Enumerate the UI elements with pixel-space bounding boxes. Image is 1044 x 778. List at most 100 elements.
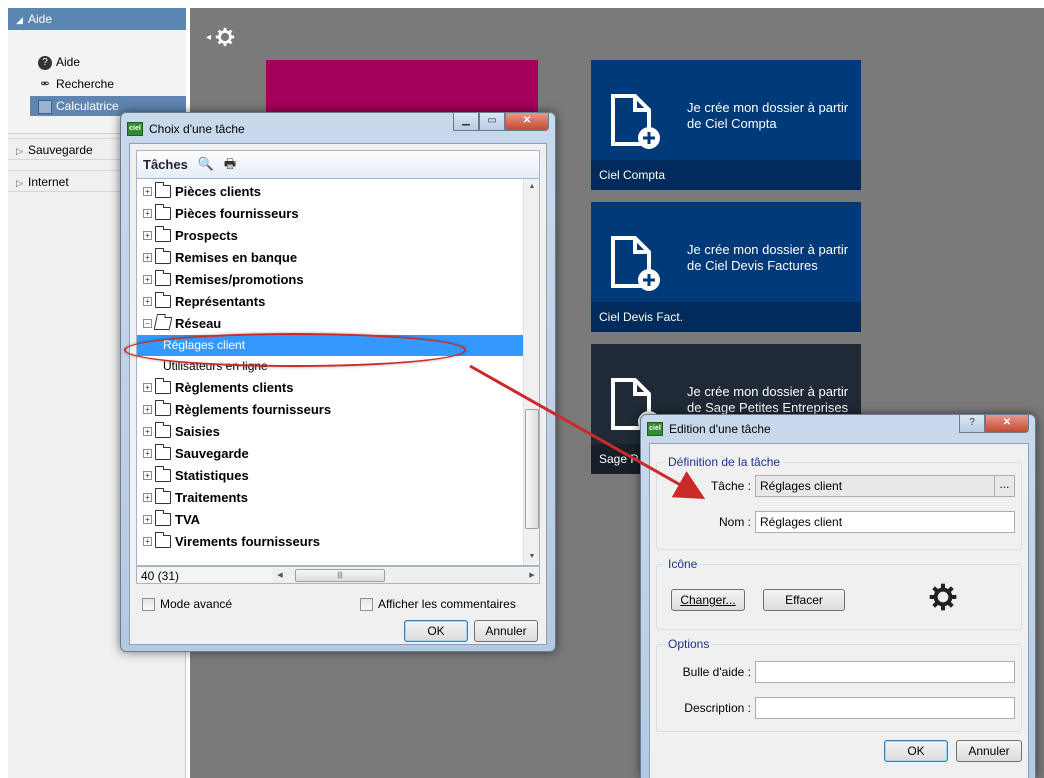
help-button[interactable]: ? (959, 415, 985, 433)
scroll-right-icon[interactable]: ▶ (525, 568, 539, 583)
expand-icon[interactable]: + (143, 493, 152, 502)
bulle-field[interactable] (755, 661, 1015, 683)
preview-icon[interactable]: 🔍 (197, 155, 215, 173)
scroll-thumb[interactable]: ||| (295, 569, 385, 582)
folder-icon (155, 532, 171, 548)
nom-field[interactable]: Réglages client (755, 511, 1015, 533)
expand-icon[interactable]: + (143, 187, 152, 196)
folder-icon (155, 510, 171, 526)
folder-icon (155, 226, 171, 242)
tree-status-bar: 40 (31) ◀ ||| ▶ (136, 566, 540, 584)
maximize-button[interactable]: ▭ (479, 113, 505, 131)
description-label: Description : (684, 701, 751, 715)
nom-value: Réglages client (760, 515, 843, 529)
calculator-icon (38, 99, 52, 114)
expand-icon[interactable]: + (143, 537, 152, 546)
tree-item-folder[interactable]: + Statistiques (137, 465, 527, 487)
tree-item-folder[interactable]: + Traitements (137, 487, 527, 509)
expand-icon[interactable]: + (143, 275, 152, 284)
folder-icon (155, 400, 171, 416)
expand-icon[interactable]: + (143, 427, 152, 436)
group-title: Définition de la tâche (665, 455, 784, 469)
checkbox-label: Afficher les commentaires (378, 597, 516, 611)
section-sauvegarde-label: Sauvegarde (28, 143, 93, 157)
folder-icon (155, 204, 171, 220)
tree-item-label: Représentants (175, 294, 266, 309)
section-aide-header[interactable]: ◢ Aide (8, 8, 186, 30)
folder-icon (155, 466, 171, 482)
app-icon: ciel (127, 122, 143, 136)
tree-item-folder[interactable]: + TVA (137, 509, 527, 531)
dialog-body: Définition de la tâche Tâche : Réglages … (649, 443, 1029, 778)
tree-item-folder[interactable]: + Règlements clients (137, 377, 527, 399)
checkbox-box[interactable] (360, 598, 373, 611)
tree-item-label: Règlements fournisseurs (175, 402, 332, 417)
tree-item-folder[interactable]: + Virements fournisseurs (137, 531, 527, 553)
expand-icon[interactable]: + (143, 515, 152, 524)
tree-item-folder[interactable]: + Remises/promotions (137, 269, 527, 291)
collapse-icon[interactable]: − (143, 319, 152, 328)
ok-button[interactable]: OK (884, 740, 948, 762)
dialog-title: ciel Edition d'une tâche (647, 419, 771, 439)
task-tree[interactable]: + Pièces clients + Pièces fournisseurs + Pr… (136, 178, 540, 566)
browse-button[interactable]: ... (994, 476, 1014, 496)
tile-description: Je crée mon dossier à partir de Ciel Dev… (687, 242, 849, 273)
icone-group: Icône Changer... Effacer (656, 557, 1022, 630)
scroll-thumb[interactable] (525, 409, 539, 529)
checkbox-box[interactable] (142, 598, 155, 611)
gear-icon[interactable] (214, 26, 236, 48)
checkbox-label: Mode avancé (160, 597, 233, 611)
expand-icon[interactable]: + (143, 209, 152, 218)
tree-item-folder[interactable]: + Pièces clients (137, 181, 527, 203)
tree-item-folder-expanded[interactable]: − Réseau (137, 313, 527, 335)
vertical-scrollbar[interactable]: ▲ ▼ (523, 179, 539, 565)
tree-item-label: Pièces fournisseurs (175, 206, 299, 221)
expand-icon[interactable]: + (143, 449, 152, 458)
window-buttons: ▁ ▭ ✕ (453, 113, 549, 133)
folder-icon (155, 488, 171, 504)
tree-item-folder[interactable]: + Saisies (137, 421, 527, 443)
annuler-button[interactable]: Annuler (956, 740, 1022, 762)
tile-ciel-compta[interactable]: Je crée mon dossier à partir de Ciel Com… (591, 60, 861, 190)
section-aide-label: Aide (28, 12, 53, 26)
tache-field[interactable]: Réglages client ... (755, 475, 1015, 497)
expand-icon[interactable]: + (143, 383, 152, 392)
horizontal-scrollbar[interactable]: ◀ ||| ▶ (273, 568, 539, 583)
description-field[interactable] (755, 697, 1015, 719)
tree-item-folder[interactable]: + Remises en banque (137, 247, 527, 269)
changer-button[interactable]: Changer... (671, 589, 745, 611)
expand-icon[interactable]: + (143, 471, 152, 480)
mode-avance-checkbox[interactable]: Mode avancé (142, 596, 232, 612)
tree-item-folder[interactable]: + Règlements fournisseurs (137, 399, 527, 421)
afficher-commentaires-checkbox[interactable]: Afficher les commentaires (360, 596, 516, 612)
tree-item-folder[interactable]: + Représentants (137, 291, 527, 313)
nav-item-aide[interactable]: ? Aide (38, 52, 80, 72)
tree-item-folder[interactable]: + Sauvegarde (137, 443, 527, 465)
annuler-button[interactable]: Annuler (474, 620, 538, 642)
scroll-up-icon[interactable]: ▲ (524, 179, 539, 195)
close-button[interactable]: ✕ (505, 113, 549, 131)
minimize-button[interactable]: ▁ (453, 113, 479, 131)
expand-icon[interactable]: + (143, 297, 152, 306)
folder-icon (155, 378, 171, 394)
binoculars-icon: ⚮ (40, 78, 50, 90)
scroll-left-icon[interactable]: ◀ (273, 568, 287, 583)
nav-item-recherche[interactable]: ⚮ Recherche (38, 74, 114, 94)
scroll-down-icon[interactable]: ▼ (524, 549, 539, 565)
effacer-button[interactable]: Effacer (763, 589, 845, 611)
print-icon[interactable]: 🖶 (221, 155, 239, 173)
collapse-arrow-icon[interactable]: ◂ (206, 32, 211, 43)
tree-item-label: Prospects (175, 228, 238, 243)
tree-item-label: Remises en banque (175, 250, 298, 265)
tree-item-folder[interactable]: + Prospects (137, 225, 527, 247)
tile-ciel-devis[interactable]: Je crée mon dossier à partir de Ciel Dev… (591, 202, 861, 332)
tree-item-label: Traitements (175, 490, 248, 505)
toolbar-title: Tâches (143, 157, 188, 172)
ok-button[interactable]: OK (404, 620, 468, 642)
expand-icon[interactable]: + (143, 231, 152, 240)
tree-item-folder[interactable]: + Pièces fournisseurs (137, 203, 527, 225)
help-icon: ? (38, 55, 52, 70)
close-button[interactable]: ✕ (985, 415, 1029, 433)
expand-icon[interactable]: + (143, 405, 152, 414)
expand-icon[interactable]: + (143, 253, 152, 262)
